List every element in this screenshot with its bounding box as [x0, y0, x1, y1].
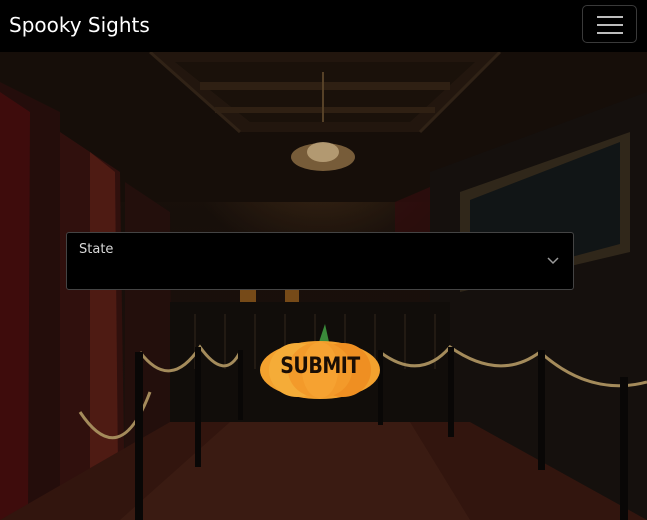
submit-label: SUBMIT	[280, 353, 360, 379]
navbar: Spooky Sights	[0, 0, 647, 52]
haunted-hallway-background: State SUBMIT	[0, 52, 647, 520]
state-label: State	[79, 242, 114, 257]
brand-title[interactable]: Spooky Sights	[9, 13, 150, 37]
chevron-down-icon	[547, 257, 559, 265]
submit-button[interactable]: SUBMIT	[259, 322, 381, 400]
hamburger-menu-icon	[597, 16, 623, 34]
state-select[interactable]: State	[66, 232, 574, 290]
menu-toggle-button[interactable]	[582, 5, 637, 43]
